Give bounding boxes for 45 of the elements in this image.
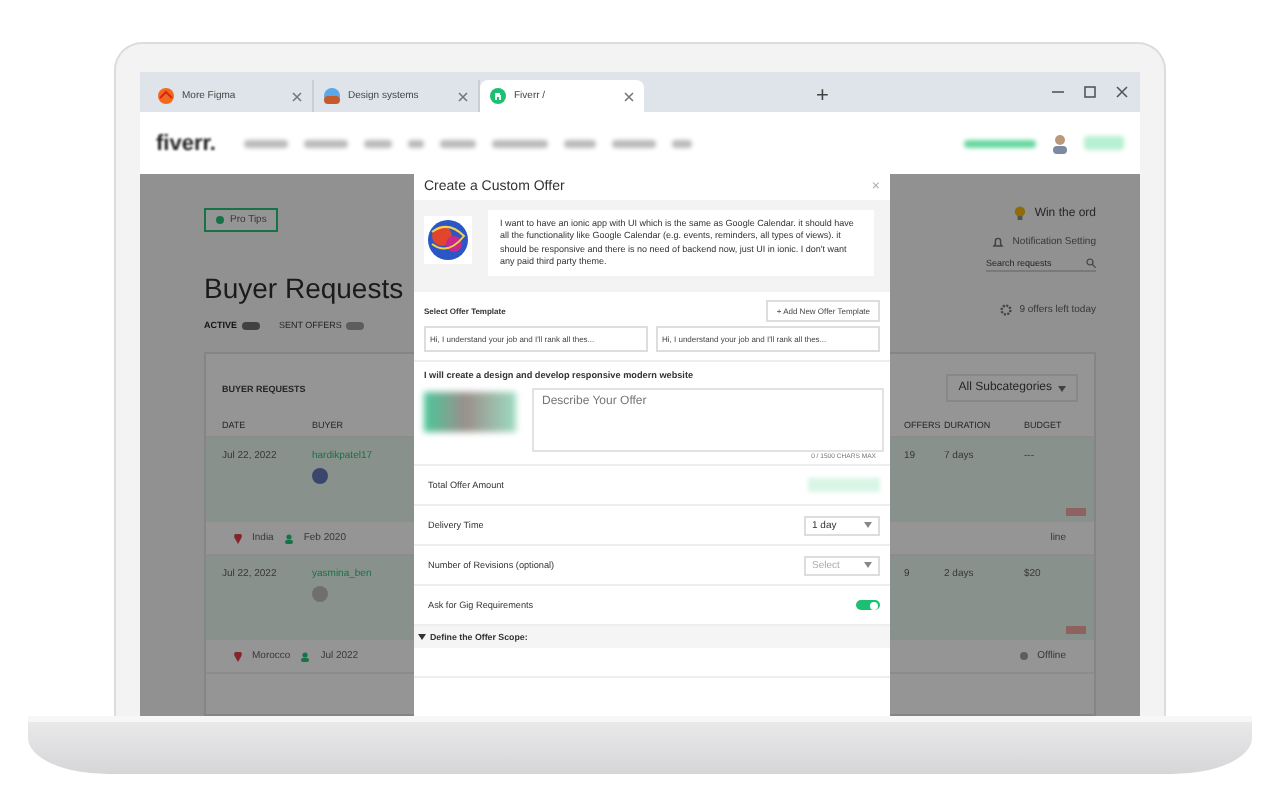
blurred-button[interactable] (1084, 136, 1124, 150)
avatar-icon (1052, 133, 1068, 153)
page-heading: Buyer Requests (204, 272, 404, 304)
blurred-nav-item[interactable] (671, 139, 692, 147)
count-pill (345, 321, 364, 329)
new-tab-button[interactable]: + (804, 80, 841, 112)
blurred-nav-item[interactable] (563, 139, 596, 147)
blurred-link[interactable] (964, 139, 1036, 147)
status-dot-icon (1019, 652, 1028, 660)
close-icon (458, 91, 468, 101)
blurred-nav-item[interactable] (363, 139, 392, 147)
avatar-icon (312, 468, 328, 484)
blurred-nav-item[interactable] (243, 139, 288, 147)
minimize-icon (1052, 86, 1064, 98)
lightbulb-icon (1014, 206, 1027, 220)
bell-icon (992, 236, 1005, 248)
blurred-nav-item[interactable] (407, 139, 424, 147)
maximize-icon (1084, 86, 1096, 98)
person-icon (283, 533, 294, 543)
site-logo[interactable]: fiverr. (156, 131, 216, 155)
caret-icon (1058, 385, 1066, 391)
close-icon (1116, 86, 1128, 98)
avatar-icon (312, 586, 328, 602)
caret-icon (418, 634, 426, 641)
location-pin-icon (234, 533, 242, 543)
toggle-switch[interactable] (856, 600, 880, 611)
dot-icon (216, 216, 224, 224)
blurred-nav-item[interactable] (491, 139, 548, 147)
gig-thumbnail (424, 392, 516, 433)
close-icon (292, 91, 302, 101)
gear-icon (999, 304, 1012, 316)
artwork-thumbnail (424, 216, 472, 264)
count-pill (241, 321, 260, 329)
favicon-icon (324, 88, 340, 104)
blurred-nav-item[interactable] (439, 139, 476, 147)
person-icon (300, 651, 311, 661)
blurred-nav-item[interactable] (611, 139, 656, 147)
favicon-icon (490, 88, 506, 104)
caret-icon (864, 562, 872, 569)
blurred-nav-item[interactable] (303, 139, 348, 147)
close-icon (624, 91, 634, 101)
favicon-icon (158, 88, 174, 104)
search-icon (1086, 258, 1096, 268)
blurred-amount (808, 478, 880, 493)
location-pin-icon (234, 651, 242, 661)
